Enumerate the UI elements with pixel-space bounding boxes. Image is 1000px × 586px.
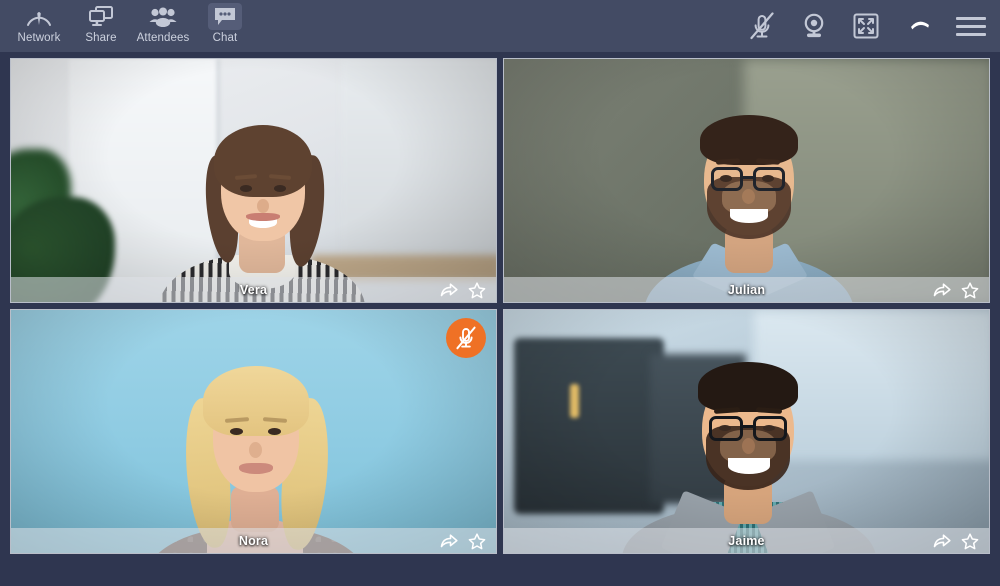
network-gauge-icon	[22, 3, 56, 30]
video-tile-vera[interactable]: Vera	[10, 58, 497, 303]
toolbar-label-network: Network	[17, 32, 61, 44]
toolbar-label-attendees: Attendees	[136, 32, 190, 44]
scene-vignette	[504, 310, 989, 553]
toolbar-label-chat: Chat	[212, 32, 238, 44]
toolbar-button-chat[interactable]: Chat	[194, 0, 256, 50]
participant-name: Julian	[727, 282, 766, 297]
video-feed	[504, 59, 989, 302]
mute-badge[interactable]	[446, 318, 486, 358]
toolbar-label-share: Share	[85, 32, 117, 44]
participant-name: Vera	[239, 282, 268, 297]
video-feed	[11, 310, 496, 553]
fullscreen-icon[interactable]	[849, 9, 883, 43]
attendees-group-icon	[146, 3, 180, 30]
toolbar-button-network[interactable]: Network	[8, 0, 70, 50]
menu-line	[956, 24, 986, 28]
scene-vignette	[11, 59, 496, 302]
chat-bubble-icon	[208, 3, 242, 30]
screen-share-icon	[84, 3, 118, 30]
microphone-muted-icon	[456, 326, 476, 350]
video-feed	[11, 59, 496, 302]
webcam-icon[interactable]	[797, 9, 831, 43]
hangup-button[interactable]	[901, 8, 938, 45]
video-conference-app: Network Share Attendees Chat Vera Julian…	[0, 0, 1000, 586]
video-tile-jaime[interactable]: Jaime	[503, 309, 990, 554]
video-grid: Vera Julian Nora Jaime	[10, 58, 990, 567]
microphone-muted-icon[interactable]	[745, 9, 779, 43]
scene-vignette	[11, 310, 496, 553]
menu-line	[956, 16, 986, 20]
tile-namebar: Julian	[504, 277, 989, 302]
video-tile-nora[interactable]: Nora	[10, 309, 497, 554]
tile-actions	[440, 281, 486, 299]
participant-name: Jaime	[728, 533, 765, 548]
tile-actions	[440, 532, 486, 550]
video-tile-julian[interactable]: Julian	[503, 58, 990, 303]
video-feed	[504, 310, 989, 553]
tile-namebar: Vera	[11, 277, 496, 302]
forward-icon[interactable]	[440, 281, 458, 299]
menu-line	[956, 32, 986, 36]
scene-vignette	[504, 59, 989, 302]
menu-icon[interactable]	[956, 16, 986, 36]
forward-icon[interactable]	[440, 532, 458, 550]
star-icon[interactable]	[468, 532, 486, 550]
star-icon[interactable]	[961, 281, 979, 299]
tile-actions	[933, 281, 979, 299]
toolbar-right-group	[745, 0, 1000, 52]
tile-namebar: Nora	[11, 528, 496, 553]
forward-icon[interactable]	[933, 281, 951, 299]
toolbar-button-attendees[interactable]: Attendees	[132, 0, 194, 50]
participant-name: Nora	[238, 533, 269, 548]
tile-actions	[933, 532, 979, 550]
top-toolbar: Network Share Attendees Chat	[0, 0, 1000, 52]
toolbar-left-group: Network Share Attendees Chat	[0, 0, 256, 52]
tile-namebar: Jaime	[504, 528, 989, 553]
forward-icon[interactable]	[933, 532, 951, 550]
toolbar-button-share[interactable]: Share	[70, 0, 132, 50]
star-icon[interactable]	[468, 281, 486, 299]
star-icon[interactable]	[961, 532, 979, 550]
